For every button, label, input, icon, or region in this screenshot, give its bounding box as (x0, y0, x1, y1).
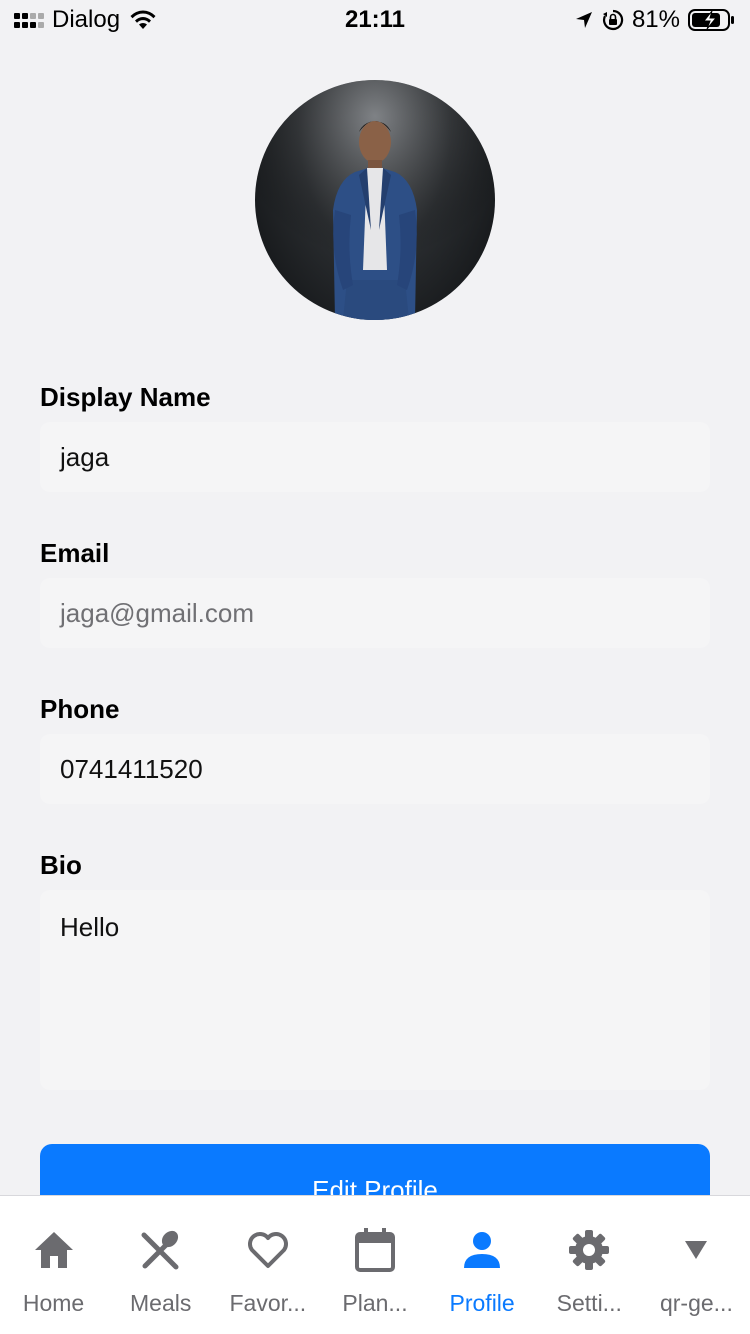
tab-planner-label: Plan... (342, 1290, 408, 1316)
tab-settings-label: Setti... (556, 1290, 622, 1316)
tab-settings[interactable]: Setti... (536, 1196, 643, 1334)
home-icon (32, 1228, 76, 1272)
person-icon (460, 1228, 504, 1272)
tab-home-label: Home (22, 1290, 85, 1316)
carrier-name: Dialog (52, 6, 121, 33)
avatar[interactable] (255, 80, 495, 320)
battery-charging-icon (688, 9, 734, 31)
tab-bar: Home Meals Favor... Plan... Profile Sett… (0, 1195, 750, 1334)
status-bar: Dialog 21:11 81% (0, 0, 750, 40)
tab-planner[interactable]: Plan... (321, 1196, 428, 1334)
wifi-icon (130, 10, 156, 29)
tab-meals[interactable]: Meals (107, 1196, 214, 1334)
tab-favorites-label: Favor... (229, 1290, 307, 1316)
status-right: 81% (574, 6, 736, 34)
phone-label: Phone (40, 694, 120, 724)
orientation-lock-icon (602, 9, 624, 31)
bio-label: Bio (40, 850, 82, 880)
tab-meals-label: Meals (130, 1290, 192, 1316)
profile-form: Display Name jaga Email jaga@gmail.com P… (40, 378, 710, 1090)
tab-profile-label: Profile (449, 1290, 515, 1316)
tab-profile[interactable]: Profile (429, 1196, 536, 1334)
gear-icon (567, 1228, 611, 1272)
battery-percent: 81% (631, 6, 680, 33)
heart-icon (246, 1228, 290, 1272)
bio-textarea[interactable]: Hello (40, 890, 710, 1090)
status-left: Dialog (14, 6, 158, 34)
display-name-input[interactable]: jaga (40, 422, 710, 492)
tab-qr-generator-label: qr-ge... (659, 1290, 733, 1316)
utensils-icon (139, 1228, 183, 1272)
email-input[interactable]: jaga@gmail.com (40, 578, 710, 648)
tab-home[interactable]: Home (0, 1196, 107, 1334)
phone-input[interactable]: 0741411520 (40, 734, 710, 804)
display-name-label: Display Name (40, 382, 211, 412)
location-arrow-icon (575, 12, 592, 28)
email-label: Email (40, 538, 110, 568)
tab-favorites[interactable]: Favor... (214, 1196, 321, 1334)
calendar-icon (353, 1228, 397, 1272)
profile-photo (255, 80, 495, 320)
signal-icon (14, 12, 44, 28)
tab-qr-generator[interactable]: qr-ge... (643, 1196, 750, 1334)
triangle-down-icon (674, 1228, 718, 1272)
